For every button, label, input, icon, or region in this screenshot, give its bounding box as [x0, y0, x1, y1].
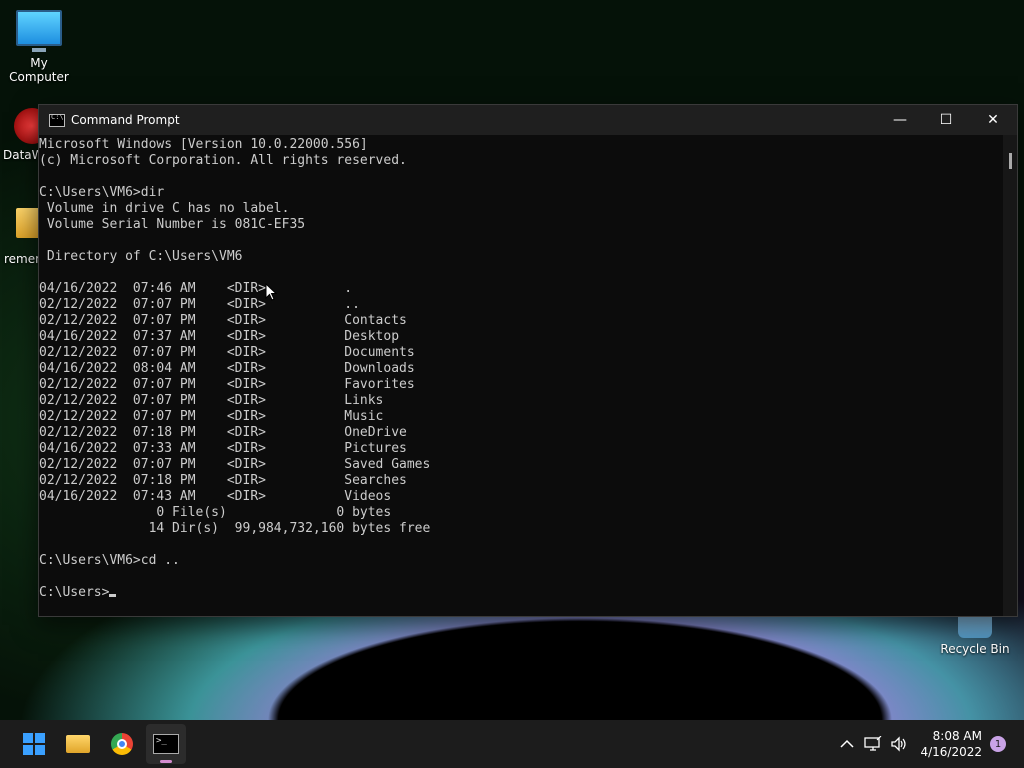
terminal-line: C:\Users\VM6>dir [39, 185, 165, 200]
terminal-line: Directory of C:\Users\VM6 [39, 249, 243, 264]
volume-icon[interactable] [887, 732, 911, 756]
computer-icon [16, 10, 62, 52]
command-prompt-icon [153, 734, 179, 754]
command-prompt-icon [49, 113, 65, 127]
text-cursor [109, 594, 117, 597]
taskbar-clock[interactable]: 8:08 AM 4/16/2022 [920, 728, 982, 760]
desktop-icon-label: My Computer [9, 56, 69, 84]
clock-time: 8:08 AM [932, 729, 982, 743]
terminal-line: Volume in drive C has no label. [39, 201, 290, 216]
taskbar-file-explorer[interactable] [58, 724, 98, 764]
terminal-line: 02/12/2022 07:07 PM <DIR> Contacts [39, 313, 407, 328]
maximize-button[interactable]: ☐ [923, 105, 969, 135]
terminal-line: Microsoft Windows [Version 10.0.22000.55… [39, 137, 368, 152]
terminal-prompt: C:\Users> [39, 585, 110, 600]
minimize-button[interactable]: — [877, 105, 923, 135]
terminal-line: 04/16/2022 07:33 AM <DIR> Pictures [39, 441, 407, 456]
terminal-prompt-line[interactable]: C:\Users> [39, 585, 1003, 601]
terminal-line: 14 Dir(s) 99,984,732,160 bytes free [39, 521, 431, 536]
window-title: Command Prompt [71, 113, 180, 127]
terminal-line: 02/12/2022 07:07 PM <DIR> Links [39, 393, 384, 408]
terminal-line: 0 File(s) 0 bytes [39, 505, 392, 520]
taskbar: 8:08 AM 4/16/2022 1 [0, 720, 1024, 768]
terminal-line: Volume Serial Number is 081C-EF35 [39, 217, 306, 232]
folder-icon [16, 208, 38, 238]
taskbar-command-prompt[interactable] [146, 724, 186, 764]
terminal-line: 02/12/2022 07:07 PM <DIR> Favorites [39, 377, 415, 392]
desktop-icon-label: remem [4, 252, 38, 266]
desktop-icon-recycle-bin[interactable]: Recycle Bin [940, 614, 1010, 656]
terminal-line: 04/16/2022 07:43 AM <DIR> Videos [39, 489, 392, 504]
terminal-lines: Microsoft Windows [Version 10.0.22000.55… [39, 137, 1003, 585]
desktop-icon-label: Recycle Bin [940, 642, 1010, 656]
taskbar-chrome[interactable] [102, 724, 142, 764]
dataw-app-icon [14, 108, 38, 144]
show-hidden-icons-chevron-up-icon[interactable] [835, 732, 859, 756]
terminal-line: 02/12/2022 07:07 PM <DIR> Saved Games [39, 457, 431, 472]
terminal-line: C:\Users\VM6>cd .. [39, 553, 180, 568]
file-explorer-icon [66, 735, 90, 753]
desktop-icon-folder[interactable]: remem [0, 208, 38, 266]
terminal-line: (c) Microsoft Corporation. All rights re… [39, 153, 407, 168]
vertical-scrollbar[interactable] [1003, 135, 1017, 616]
recycle-bin-icon [958, 614, 992, 638]
system-tray: 8:08 AM 4/16/2022 1 [834, 720, 1024, 768]
terminal-output[interactable]: Microsoft Windows [Version 10.0.22000.55… [39, 135, 1003, 616]
network-icon[interactable] [861, 732, 885, 756]
terminal-line: 04/16/2022 07:37 AM <DIR> Desktop [39, 329, 400, 344]
terminal-line: 04/16/2022 07:46 AM <DIR> . [39, 281, 353, 296]
desktop-icon-label: DataW [3, 148, 38, 162]
desktop-icon-dataw[interactable]: DataW [0, 108, 38, 162]
notification-badge[interactable]: 1 [990, 736, 1006, 752]
clock-date: 4/16/2022 [920, 745, 982, 759]
desktop-icon-my-computer[interactable]: My Computer [0, 10, 78, 84]
terminal-line: 02/12/2022 07:07 PM <DIR> .. [39, 297, 360, 312]
terminal-line: 02/12/2022 07:07 PM <DIR> Music [39, 409, 384, 424]
terminal-line: 02/12/2022 07:07 PM <DIR> Documents [39, 345, 415, 360]
window-titlebar[interactable]: Command Prompt — ☐ ✕ [39, 105, 1017, 135]
windows-start-icon [23, 733, 45, 755]
mouse-pointer-icon [265, 283, 277, 301]
terminal-line: 02/12/2022 07:18 PM <DIR> Searches [39, 473, 407, 488]
chrome-icon [111, 733, 133, 755]
terminal-line: 04/16/2022 08:04 AM <DIR> Downloads [39, 361, 415, 376]
scrollbar-thumb[interactable] [1009, 153, 1012, 169]
command-prompt-window[interactable]: Command Prompt — ☐ ✕ Microsoft Windows [… [38, 104, 1018, 617]
terminal-line: 02/12/2022 07:18 PM <DIR> OneDrive [39, 425, 407, 440]
start-button[interactable] [14, 724, 54, 764]
close-button[interactable]: ✕ [969, 105, 1017, 135]
